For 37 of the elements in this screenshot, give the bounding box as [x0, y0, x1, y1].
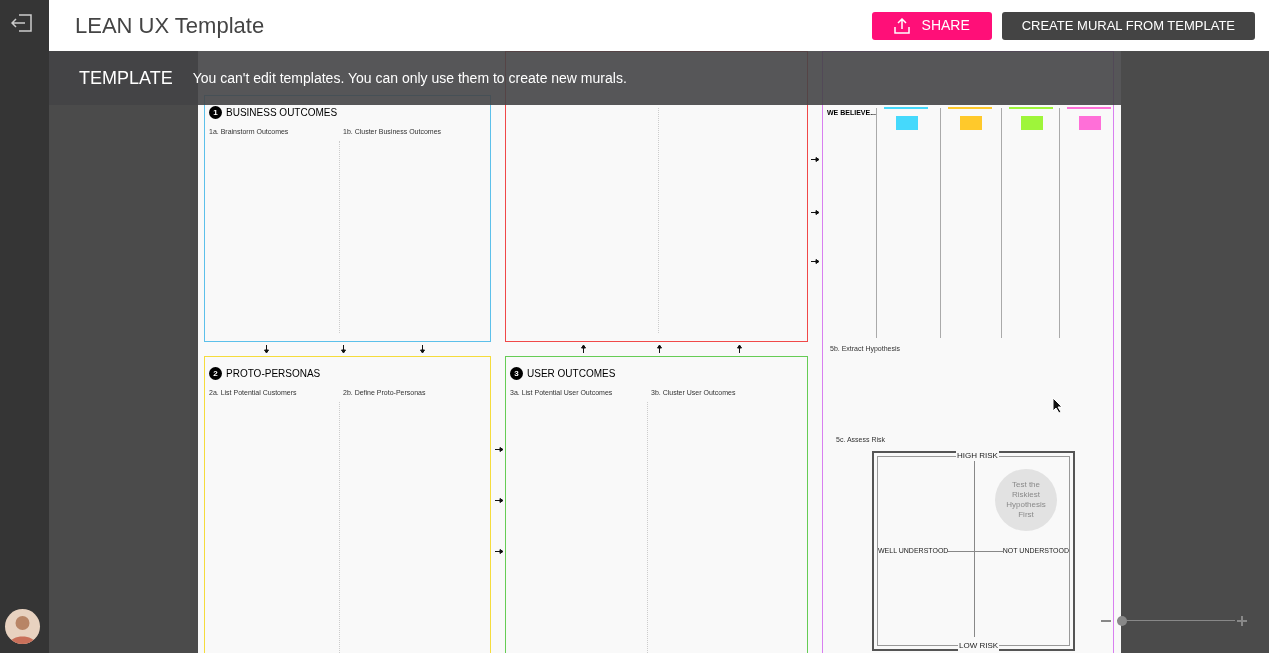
column-heading-line [1009, 107, 1053, 109]
arrow-icon [737, 344, 742, 353]
create-mural-button[interactable]: CREATE MURAL FROM TEMPLATE [1001, 11, 1255, 40]
priority-badge: Test the Riskiest Hypothesis First [995, 469, 1057, 531]
arrow-icon [264, 345, 269, 354]
arrow-icon [811, 210, 820, 215]
column-heading-line [884, 107, 928, 109]
mural-title: LEAN UX Template [75, 12, 265, 40]
exit-icon[interactable] [11, 14, 33, 32]
banner-message: You can't edit templates. You can only use them to create new murals. [192, 68, 627, 88]
arrow-icon [341, 345, 346, 354]
column-heading-line [948, 107, 992, 109]
arrow-icon [581, 344, 586, 353]
number-badge: 1 [209, 106, 222, 119]
avatar[interactable] [5, 609, 40, 644]
arrow-icon [495, 447, 504, 452]
slider-handle[interactable] [1117, 616, 1127, 626]
number-badge: 2 [209, 367, 222, 380]
arrow-icon [420, 345, 425, 354]
arrow-icon [657, 344, 662, 353]
arrow-icon [495, 498, 504, 503]
section-title: BUSINESS OUTCOMES [226, 106, 338, 120]
section-title: PROTO-PERSONAS [226, 367, 321, 381]
arrow-icon [811, 259, 820, 264]
axis-label: LOW RISK [958, 641, 1000, 651]
zoom-slider[interactable] [1117, 616, 1235, 626]
arrow-icon [811, 157, 820, 162]
column-heading-line [1067, 107, 1111, 109]
cursor-icon [1052, 397, 1063, 414]
banner-label: TEMPLATE [79, 66, 173, 90]
upload-icon [893, 17, 910, 34]
arrow-icon [495, 549, 504, 554]
axis-label: HIGH RISK [956, 451, 999, 461]
zoom-in-button[interactable] [1237, 616, 1247, 626]
section-title: USER OUTCOMES [527, 367, 616, 381]
share-button[interactable]: SHARE [871, 11, 992, 40]
number-badge: 3 [510, 367, 523, 380]
